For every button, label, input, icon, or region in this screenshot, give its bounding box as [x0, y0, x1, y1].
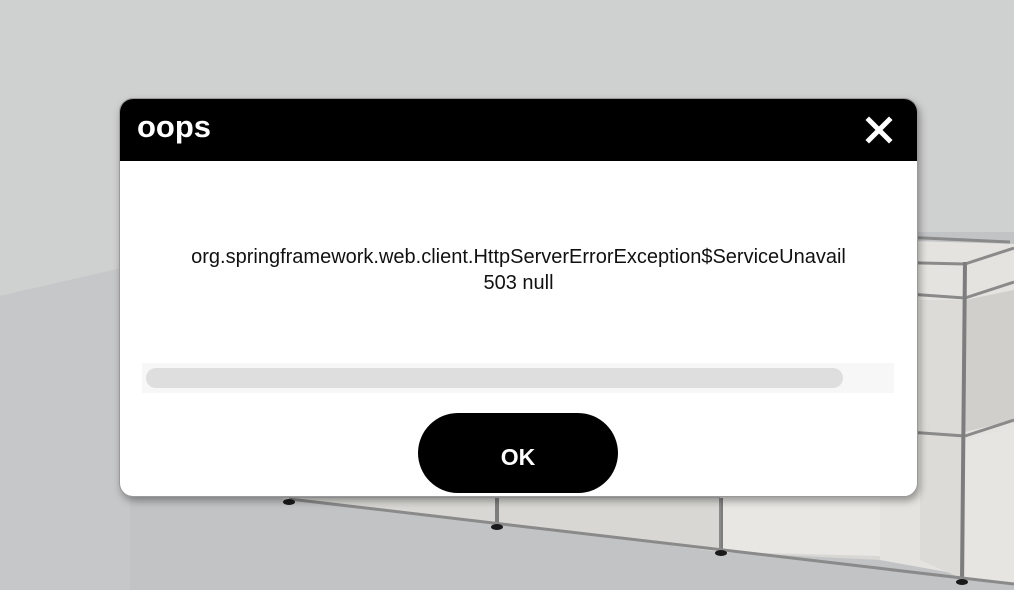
shelf-foot	[956, 579, 968, 585]
error-dialog: oops org.springframework.web.client.Http…	[119, 98, 918, 497]
ok-button[interactable]: OK	[418, 413, 618, 493]
error-message-line: org.springframework.web.client.HttpServe…	[191, 246, 846, 268]
error-message: org.springframework.web.client.HttpServe…	[142, 244, 895, 296]
floor-shade	[0, 266, 130, 590]
shelf-foot	[283, 499, 295, 505]
shelf-compartment-right	[965, 290, 1014, 432]
shelf-foot	[491, 524, 503, 530]
shelf-side-panel	[920, 300, 965, 580]
dialog-title: oops	[137, 109, 212, 144]
horizontal-scrollbar[interactable]	[142, 363, 894, 393]
dialog-header: oops	[120, 99, 917, 161]
shelf-foot	[715, 550, 727, 556]
close-x-icon	[865, 116, 893, 144]
scrollbar-thumb[interactable]	[146, 368, 843, 388]
shelf-compartment-lower-right	[965, 428, 1014, 584]
close-button[interactable]	[863, 114, 895, 146]
error-message-line: 503 null	[483, 272, 554, 294]
